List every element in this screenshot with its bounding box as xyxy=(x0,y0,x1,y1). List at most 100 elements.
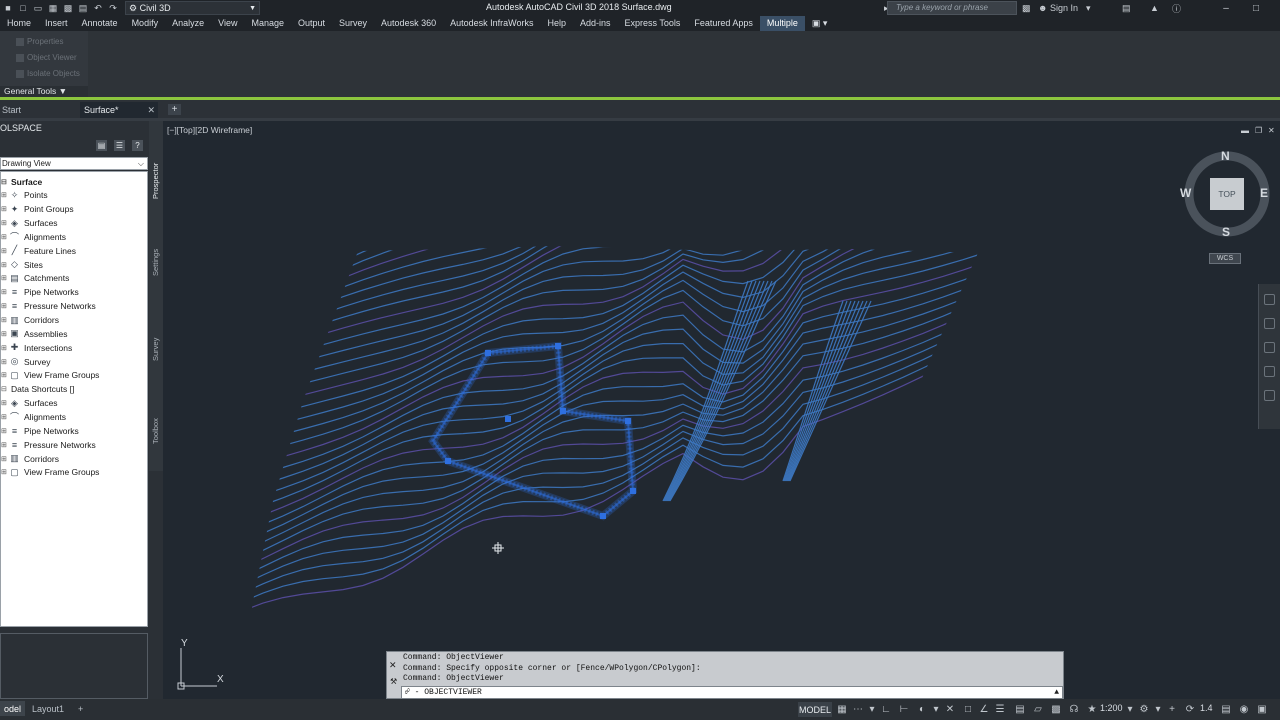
object-viewer-button[interactable]: Object Viewer xyxy=(16,53,77,62)
print-icon[interactable]: ▤ xyxy=(77,2,89,14)
orbit-icon[interactable] xyxy=(1264,366,1275,377)
new-tab-button[interactable]: + xyxy=(168,104,181,115)
transparency-icon[interactable]: ▤ xyxy=(1014,703,1026,715)
expand-icon[interactable]: ⊟ xyxy=(1,178,7,186)
tab-manage[interactable]: Manage xyxy=(244,16,291,31)
3d-osnap-icon[interactable]: ▩ xyxy=(1050,703,1062,715)
chevron-down-icon[interactable]: ▾ xyxy=(1152,703,1164,715)
expand-icon[interactable]: ⊞ xyxy=(1,191,7,199)
tab-add-ins[interactable]: Add-ins xyxy=(573,16,618,31)
expand-icon[interactable]: ⊞ xyxy=(1,247,7,255)
list-view-icon[interactable]: ☰ xyxy=(114,140,125,151)
expand-icon[interactable]: ⊞ xyxy=(1,371,7,379)
annotation-visibility-icon[interactable]: ☊ xyxy=(1068,703,1080,715)
vtab-settings[interactable]: Settings xyxy=(151,249,160,276)
expand-icon[interactable]: ⊞ xyxy=(1,344,7,352)
annotation-value[interactable]: 1.4 xyxy=(1200,703,1213,713)
tree-item[interactable]: ⊞ ≡ Pipe Networks xyxy=(1,424,79,437)
tab-surface[interactable]: Surface* ✕ xyxy=(80,102,158,118)
auto-scale-icon[interactable]: ★ xyxy=(1086,703,1098,715)
tab-start[interactable]: Start xyxy=(0,102,76,118)
expand-icon[interactable]: ⊞ xyxy=(1,316,7,324)
expand-icon[interactable]: ⊞ xyxy=(1,455,7,463)
vtab-survey[interactable]: Survey xyxy=(151,338,160,361)
save-as-icon[interactable]: ▩ xyxy=(62,2,74,14)
maximize-button[interactable]: □ xyxy=(1246,1,1266,15)
units-icon[interactable]: ⟳ xyxy=(1184,703,1196,715)
tree-item[interactable]: ⊞ ▢ View Frame Groups xyxy=(1,466,99,479)
save-icon[interactable]: ▦ xyxy=(47,2,59,14)
compass-south[interactable]: S xyxy=(1222,225,1230,239)
viewport-close-icon[interactable]: ✕ xyxy=(1268,126,1275,135)
lineweight-icon[interactable]: ☰ xyxy=(994,703,1006,715)
viewport-minimize-icon[interactable]: ▬ xyxy=(1241,126,1249,135)
expand-icon[interactable]: ⊞ xyxy=(1,219,7,227)
snap-icon[interactable]: ⋯ xyxy=(852,703,864,715)
tree-item[interactable]: ⊞ ✚ Intersections xyxy=(1,341,72,354)
tab-view[interactable]: View xyxy=(211,16,244,31)
command-input[interactable]: ☍ - OBJECTVIEWER ▲ xyxy=(401,686,1063,699)
new-icon[interactable]: □ xyxy=(17,2,29,14)
tree-item[interactable]: ⊞ ▥ Corridors xyxy=(1,314,59,327)
expand-icon[interactable]: ⊞ xyxy=(1,233,7,241)
item-view-icon[interactable]: ▤ xyxy=(96,140,107,151)
tree-item[interactable]: ⊞ ▤ Catchments xyxy=(1,272,69,285)
binoculars-icon[interactable]: ▩ xyxy=(1022,1,1031,15)
tab-modify[interactable]: Modify xyxy=(125,16,166,31)
ribbon-options-icon[interactable]: ▣ ▾ xyxy=(805,16,835,31)
expand-icon[interactable]: ⊞ xyxy=(1,261,7,269)
tree-item[interactable]: ⊟ Surface xyxy=(1,175,42,188)
redo-icon[interactable]: ↷ xyxy=(107,2,119,14)
close-icon[interactable]: ✕ xyxy=(389,660,397,671)
tree-item[interactable]: ⊞ ◈ Surfaces xyxy=(1,397,58,410)
object-snap-icon[interactable]: □ xyxy=(962,703,974,715)
tab-model[interactable]: odel xyxy=(0,701,26,716)
tab-home[interactable]: Home xyxy=(0,16,38,31)
isodraft-icon[interactable]: ✕ xyxy=(944,703,956,715)
expand-icon[interactable]: ⊞ xyxy=(1,205,7,213)
customize-wrench-icon[interactable]: ⚒ xyxy=(390,677,397,686)
tab-autodesk-360[interactable]: Autodesk 360 xyxy=(374,16,443,31)
tab-analyze[interactable]: Analyze xyxy=(165,16,211,31)
grip-handle[interactable] xyxy=(630,488,636,494)
tab-multiple[interactable]: Multiple xyxy=(759,16,805,31)
zoom-icon[interactable] xyxy=(1264,342,1275,353)
undo-icon[interactable]: ↶ xyxy=(92,2,104,14)
expand-icon[interactable]: ⊞ xyxy=(1,330,7,338)
isolate-objects-icon[interactable]: ◉ xyxy=(1238,703,1250,715)
showmotion-icon[interactable] xyxy=(1264,390,1275,401)
viewcube[interactable]: N S E W TOP WCS xyxy=(1180,146,1273,266)
open-icon[interactable]: ▭ xyxy=(32,2,44,14)
expand-icon[interactable]: ⊞ xyxy=(1,288,7,296)
expand-icon[interactable]: ⊞ xyxy=(1,358,7,366)
infer-constraints-icon[interactable]: ∟ xyxy=(880,703,892,715)
clean-screen-icon[interactable]: ▣ xyxy=(1256,703,1268,715)
tree-item[interactable]: ⊞ ╱ Feature Lines xyxy=(1,244,76,257)
tab-annotate[interactable]: Annotate xyxy=(75,16,125,31)
close-icon[interactable]: ✕ xyxy=(147,105,155,116)
tree-item[interactable]: ⊞ ≡ Pressure Networks xyxy=(1,300,96,313)
tree-item[interactable]: ⊟ Data Shortcuts [] xyxy=(1,383,74,396)
tree-item[interactable]: ⊞ ≡ Pressure Networks xyxy=(1,438,96,451)
help-icon[interactable]: ? xyxy=(132,140,143,151)
tree-item[interactable]: ⊞ ▥ Corridors xyxy=(1,452,59,465)
tree-item[interactable]: ⊞ ◎ Survey xyxy=(1,355,50,368)
viewport-controls-label[interactable]: [−][Top][2D Wireframe] xyxy=(167,125,252,135)
isolate-objects-button[interactable]: Isolate Objects xyxy=(16,69,80,78)
tree-item[interactable]: ⊞ ✦ Point Groups xyxy=(1,203,74,216)
grip-handle[interactable] xyxy=(560,408,566,414)
expand-icon[interactable]: ⊞ xyxy=(1,427,7,435)
expand-icon[interactable]: ⊞ xyxy=(1,302,7,310)
polar-tracking-icon[interactable]: ◐ xyxy=(916,703,928,715)
tab-insert[interactable]: Insert xyxy=(38,16,75,31)
compass-north[interactable]: N xyxy=(1221,149,1230,163)
grip-handle[interactable] xyxy=(445,458,451,464)
expand-icon[interactable]: ⊞ xyxy=(1,399,7,407)
tree-item[interactable]: ⊞ ◈ Surfaces xyxy=(1,217,58,230)
expand-icon[interactable]: ⊞ xyxy=(1,274,7,282)
search-input[interactable]: Type a keyword or phrase xyxy=(887,1,1017,15)
tab-output[interactable]: Output xyxy=(291,16,332,31)
vtab-prospector[interactable]: Prospector xyxy=(151,163,160,199)
cart-icon[interactable]: ▤ xyxy=(1122,1,1131,15)
steering-wheel-icon[interactable] xyxy=(1264,294,1275,305)
